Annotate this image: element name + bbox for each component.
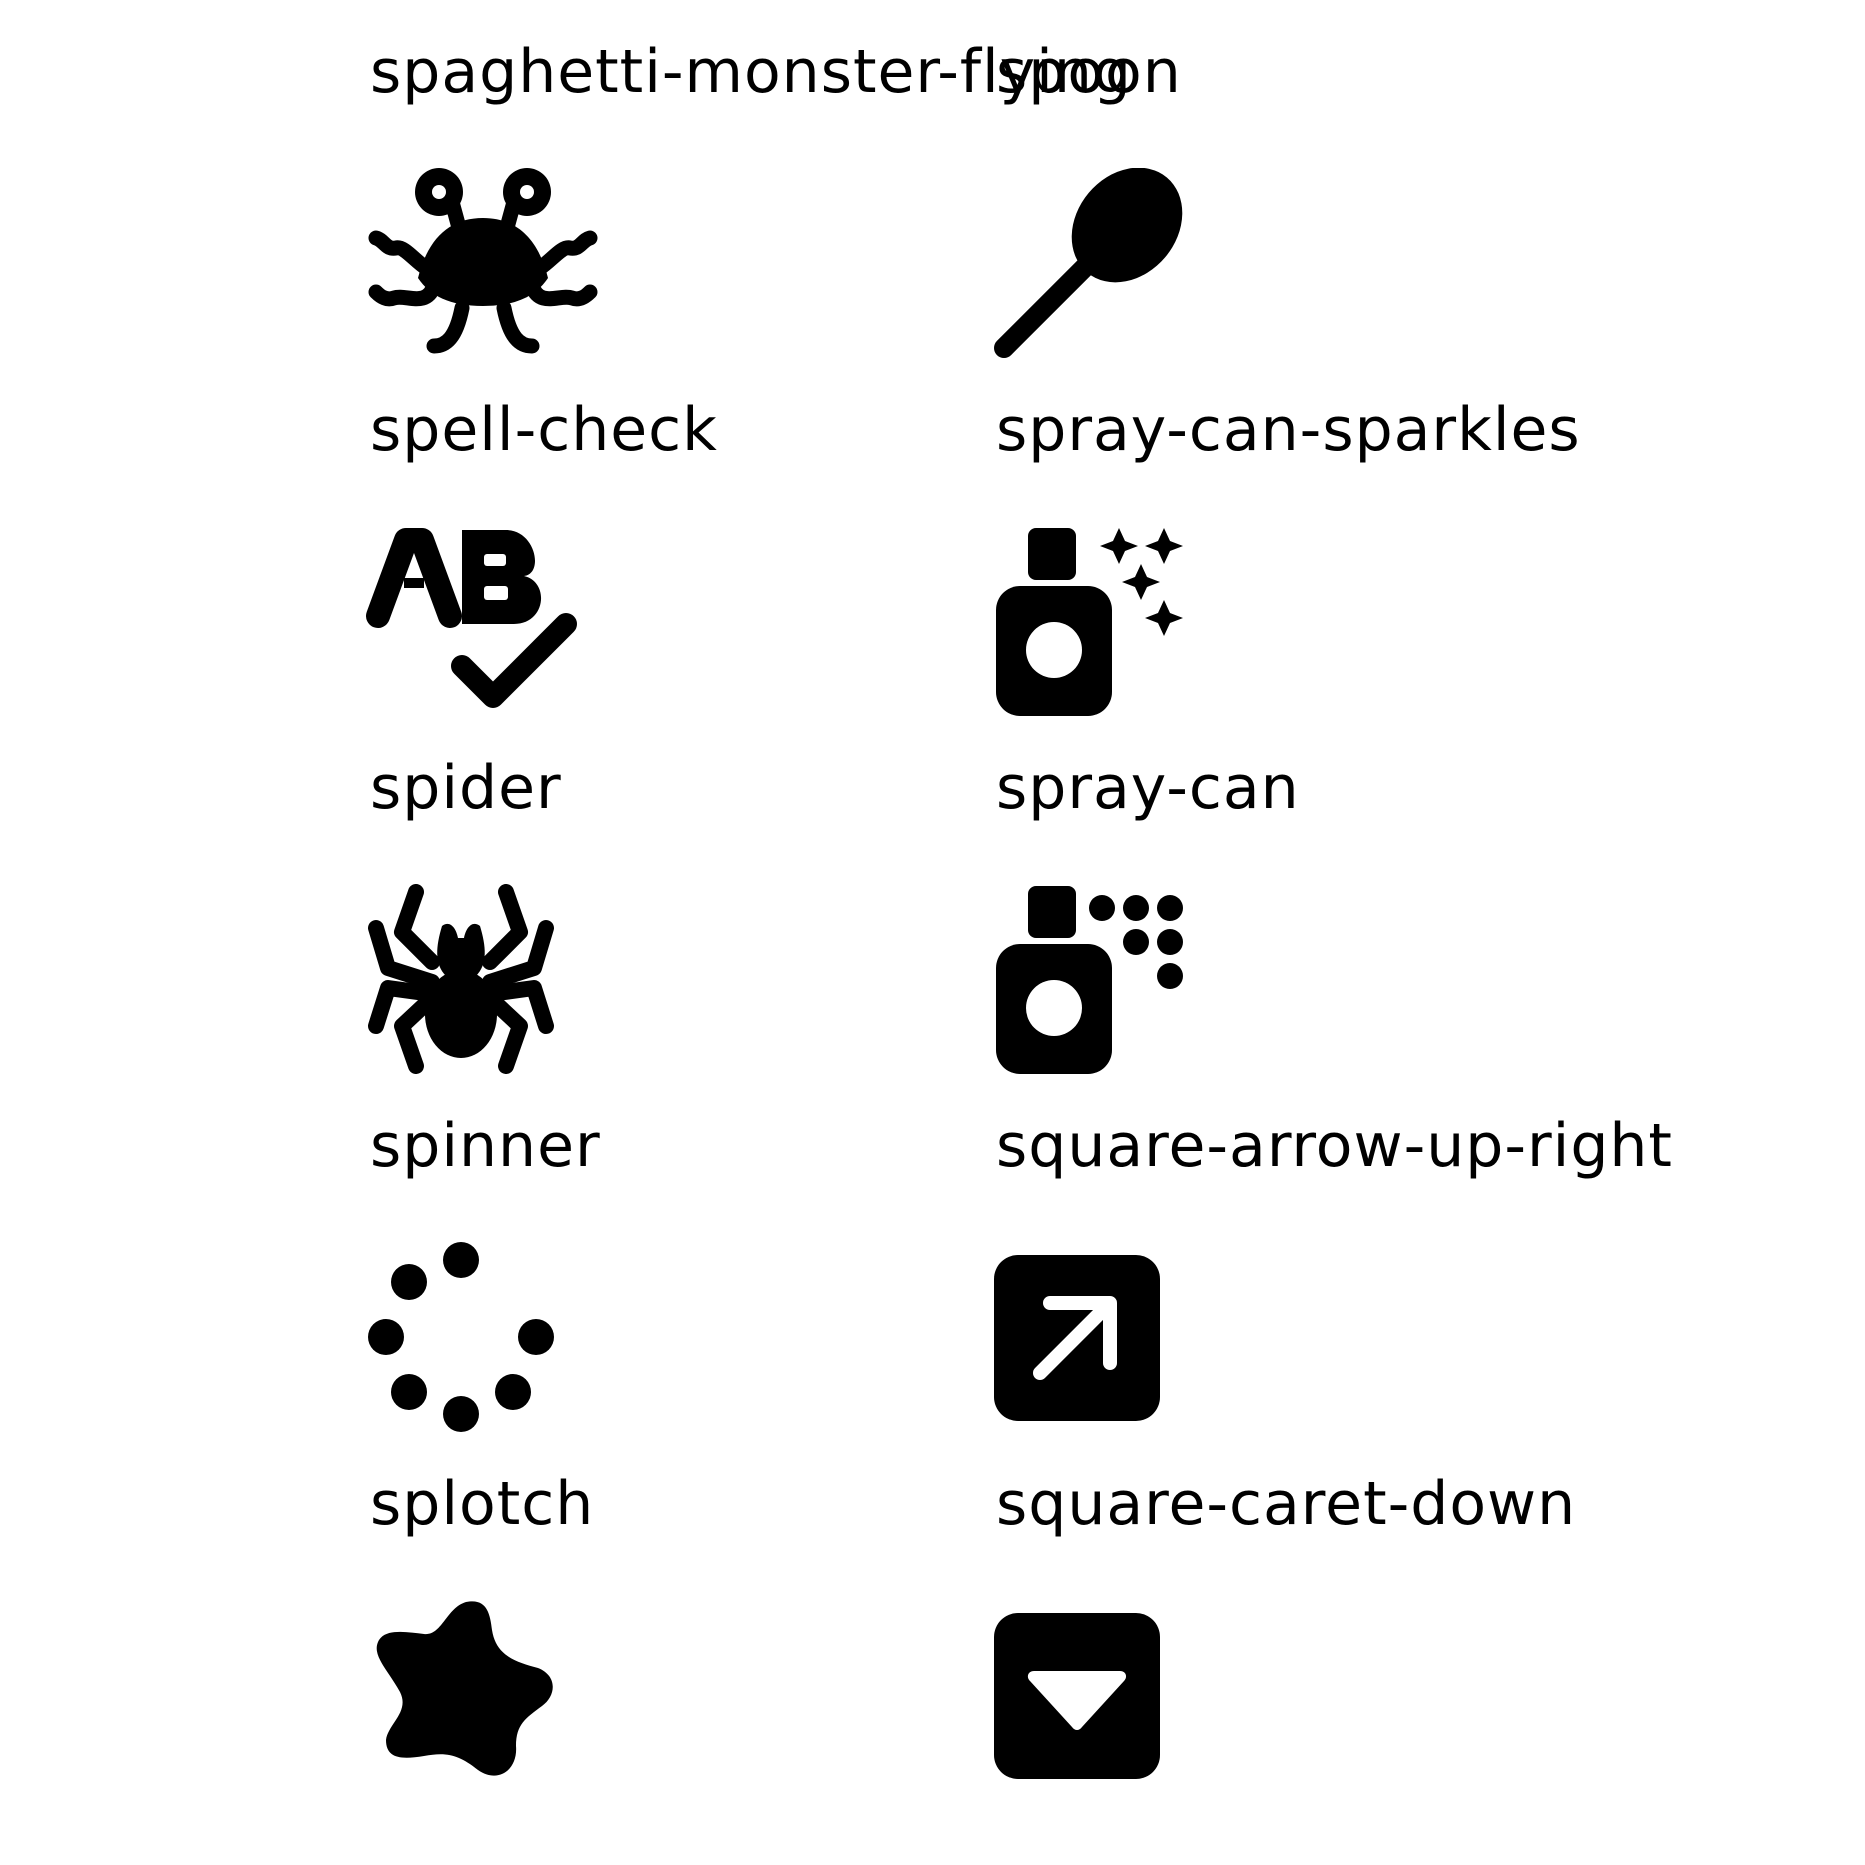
spoon-icon	[994, 168, 1184, 358]
spell-check-icon	[366, 526, 578, 716]
spray-can-icon	[994, 884, 1184, 1074]
icon-label-square-arrow-up-right: square-arrow-up-right	[996, 1111, 1673, 1181]
square-arrow-up-right-icon	[994, 1255, 1160, 1421]
square-caret-down-icon	[994, 1613, 1160, 1779]
icon-label-spell-check: spell-check	[370, 395, 718, 465]
icon-label-spider: spider	[370, 753, 562, 823]
icon-label-spoon: spoon	[996, 37, 1182, 107]
icon-label-spinner: spinner	[370, 1111, 601, 1181]
spaghetti-monster-flying-icon	[366, 168, 601, 358]
icon-label-spray-can: spray-can	[996, 753, 1300, 823]
spray-can-sparkles-icon	[994, 526, 1184, 716]
icon-label-square-caret-down: square-caret-down	[996, 1469, 1577, 1539]
spider-icon	[366, 884, 556, 1074]
splotch-icon	[366, 1600, 556, 1790]
spinner-icon	[366, 1242, 556, 1432]
icon-label-spray-can-sparkles: spray-can-sparkles	[996, 395, 1581, 465]
icon-label-splotch: splotch	[370, 1469, 595, 1539]
